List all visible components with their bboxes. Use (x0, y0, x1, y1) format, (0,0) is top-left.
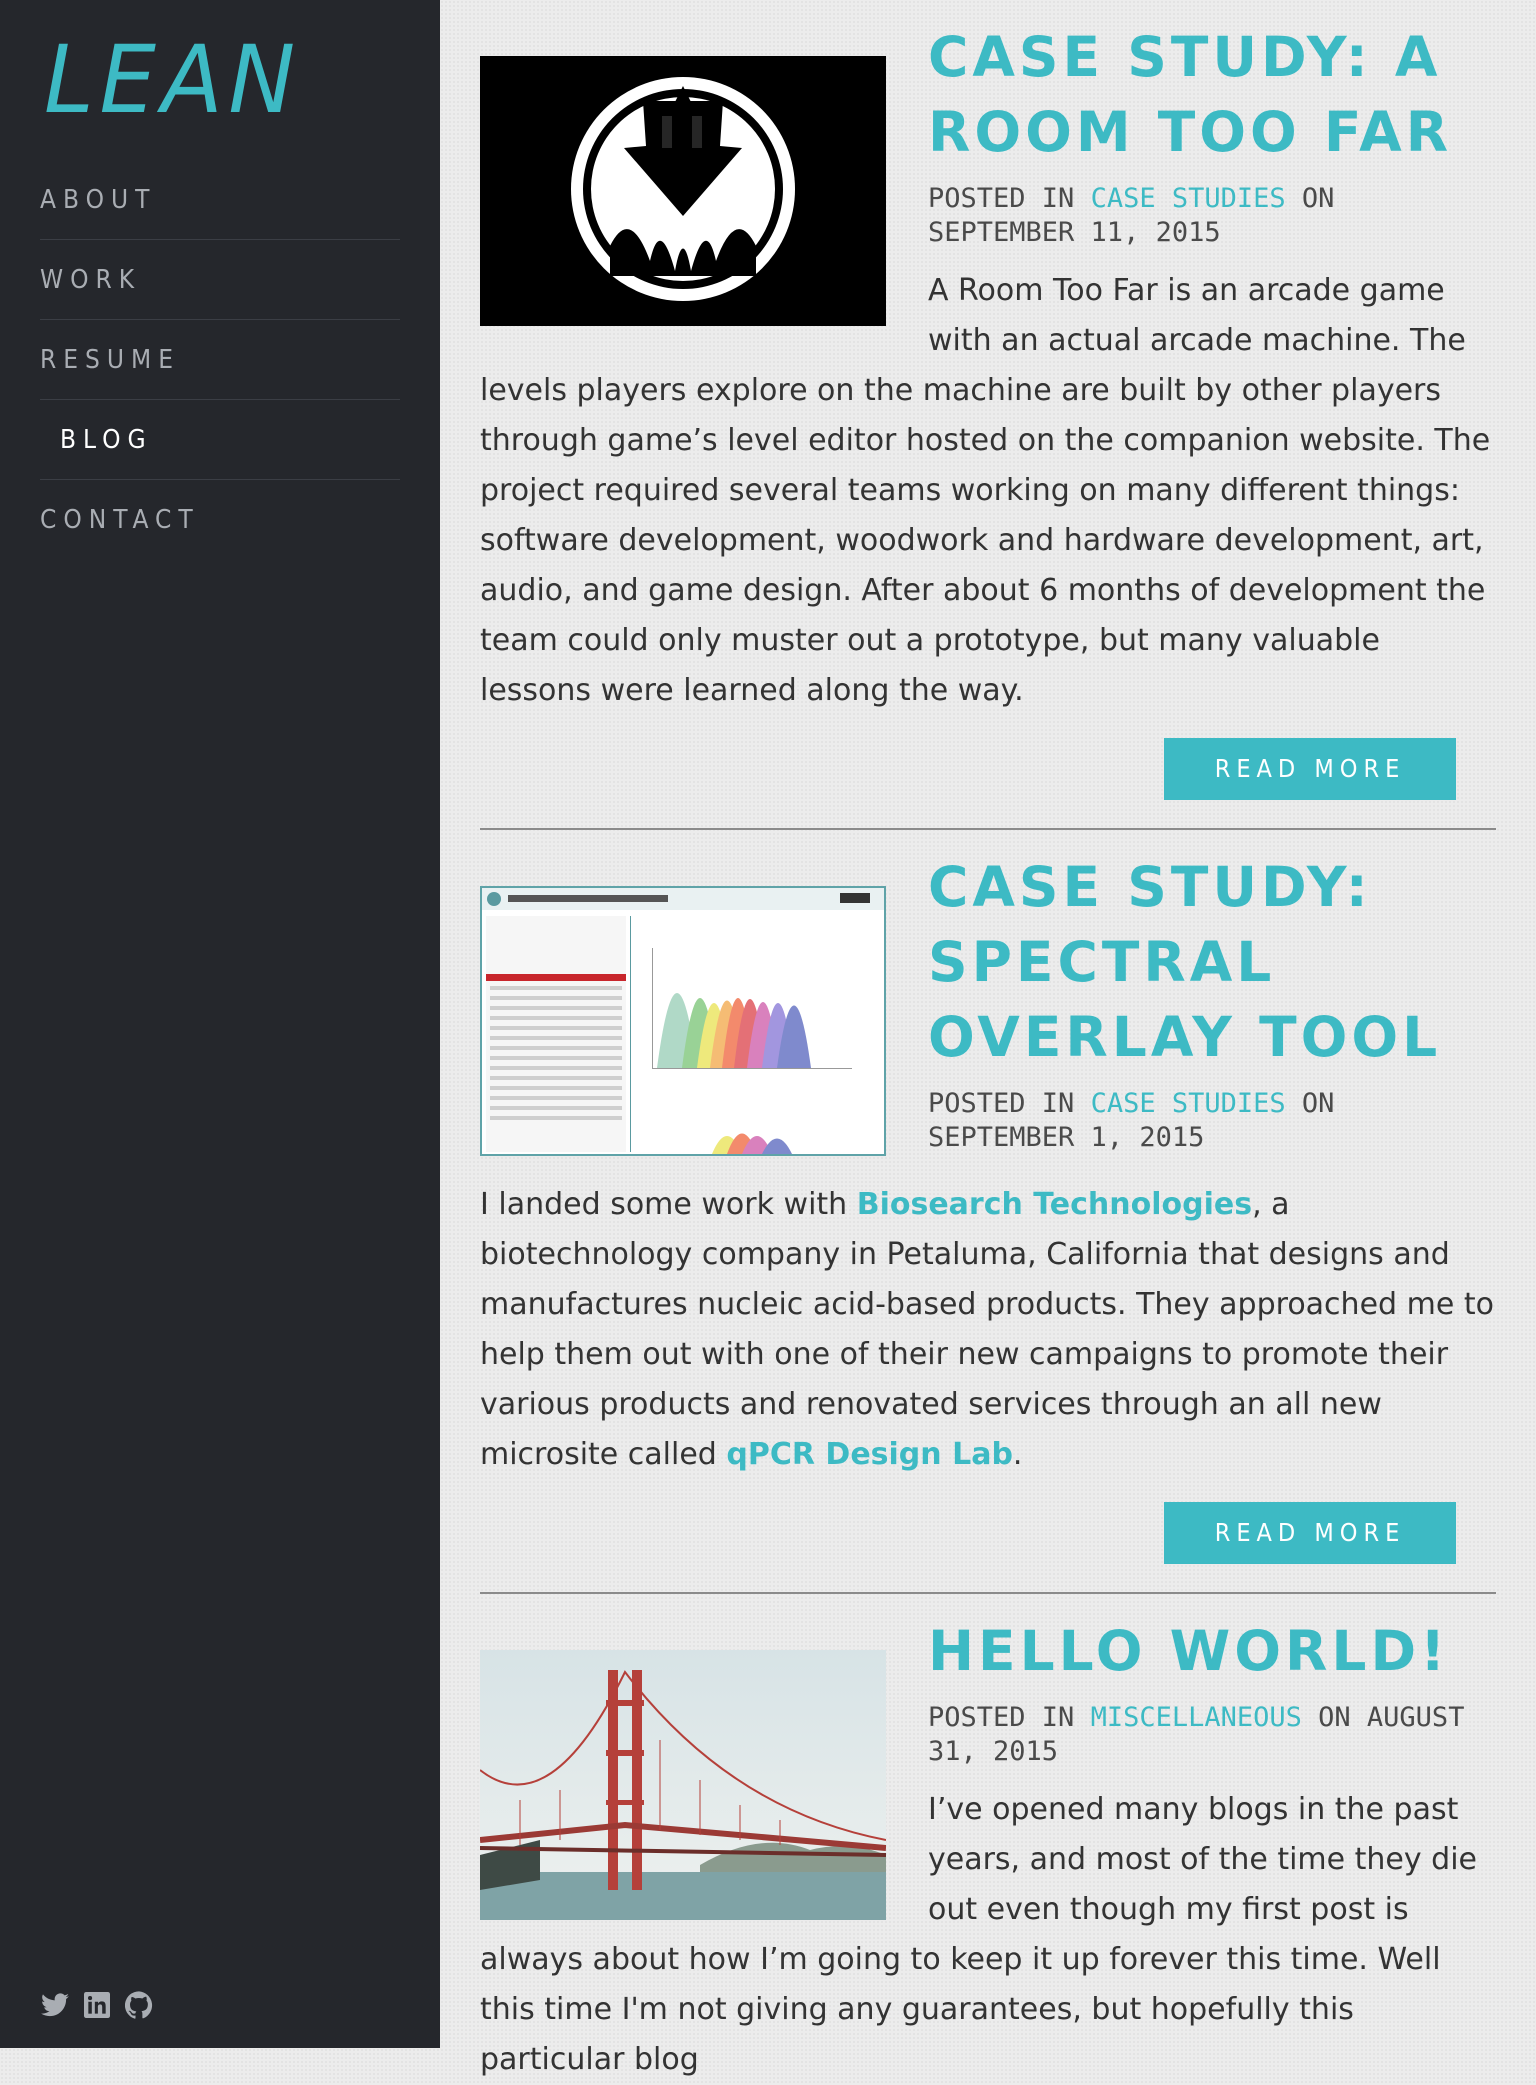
post-category-link[interactable]: MISCELLANEOUS (1091, 1702, 1302, 1733)
site-logo[interactable]: LEAN (44, 26, 301, 135)
nav-item-contact[interactable]: CONTACT (40, 480, 400, 559)
twitter-icon[interactable] (40, 1990, 70, 2020)
nav-item-about[interactable]: ABOUT (40, 160, 400, 240)
post-thumbnail-spectral-overlay[interactable] (480, 886, 886, 1156)
post-excerpt: I landed some work with Biosearch Techno… (480, 1180, 1496, 1480)
blog-main: CASE STUDY: A ROOM TOO FAR POSTED IN CAS… (480, 0, 1496, 2085)
meta-prefix: POSTED IN (928, 1088, 1091, 1119)
blog-post: CASE STUDY: SPECTRAL OVERLAY TOOL POSTED… (480, 850, 1496, 1594)
main-nav: ABOUT WORK RESUME BLOG CONTACT (40, 160, 400, 559)
post-divider (480, 828, 1496, 830)
post-thumbnail-hello-world[interactable] (480, 1650, 886, 1920)
read-more-button[interactable]: READ MORE (1164, 1502, 1456, 1564)
linkedin-icon[interactable] (82, 1990, 112, 2020)
qpcr-design-lab-link[interactable]: qPCR Design Lab (726, 1437, 1013, 1472)
excerpt-text: , a biotechnology company in Petaluma, C… (480, 1187, 1494, 1472)
biosearch-link[interactable]: Biosearch Technologies (857, 1187, 1252, 1222)
blog-post: CASE STUDY: A ROOM TOO FAR POSTED IN CAS… (480, 20, 1496, 830)
social-links (40, 1990, 154, 2020)
post-excerpt: A Room Too Far is an arcade game with an… (480, 273, 1491, 708)
excerpt-text: I landed some work with (480, 1187, 857, 1222)
read-more-button[interactable]: READ MORE (1164, 738, 1456, 800)
github-icon[interactable] (124, 1990, 154, 2020)
meta-prefix: POSTED IN (928, 183, 1091, 214)
post-category-link[interactable]: CASE STUDIES (1091, 1088, 1286, 1119)
nav-item-blog[interactable]: BLOG (40, 400, 400, 480)
nav-item-work[interactable]: WORK (40, 240, 400, 320)
post-category-link[interactable]: CASE STUDIES (1091, 183, 1286, 214)
nav-item-resume[interactable]: RESUME (40, 320, 400, 400)
meta-prefix: POSTED IN (928, 1702, 1091, 1733)
post-thumbnail-room-too-far[interactable] (480, 56, 886, 326)
excerpt-text: . (1012, 1437, 1023, 1472)
sidebar: LEAN ABOUT WORK RESUME BLOG CONTACT (0, 0, 440, 2048)
blog-post: HELLO WORLD! POSTED IN MISCELLANEOUS ON … (480, 1614, 1496, 2085)
post-divider (480, 1592, 1496, 1594)
